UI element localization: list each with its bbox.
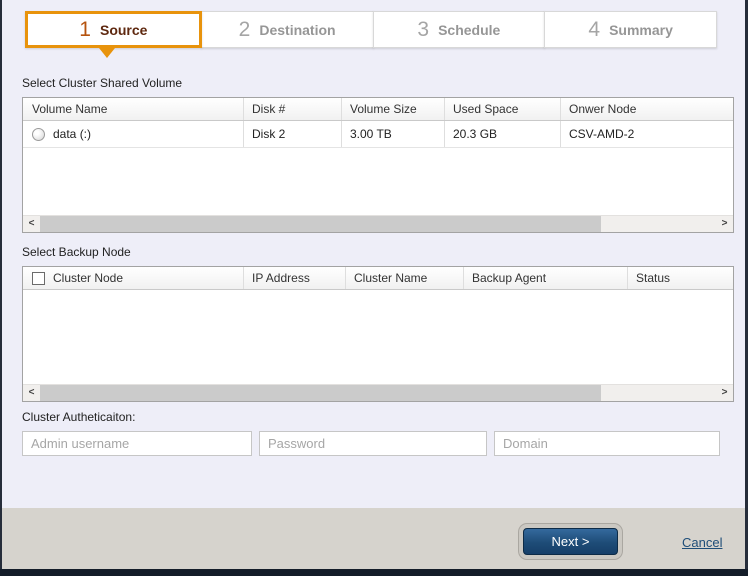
col-volume-name[interactable]: Volume Name bbox=[23, 98, 244, 120]
active-tab-pointer-icon bbox=[99, 48, 115, 58]
col-backup-agent[interactable]: Backup Agent bbox=[464, 267, 628, 289]
tab-source-label: Source bbox=[100, 22, 147, 38]
col-cluster-name[interactable]: Cluster Name bbox=[346, 267, 464, 289]
select-all-checkbox[interactable] bbox=[32, 272, 45, 285]
password-field[interactable] bbox=[259, 431, 487, 456]
tab-source-number: 1 bbox=[79, 18, 91, 42]
window-border-left bbox=[0, 0, 2, 576]
backup-section-title: Select Backup Node bbox=[22, 245, 131, 259]
tab-destination[interactable]: 2 Destination bbox=[201, 11, 374, 48]
domain-field[interactable] bbox=[494, 431, 720, 456]
tab-summary-label: Summary bbox=[609, 22, 673, 38]
volume-table-row[interactable]: data (:) Disk 2 3.00 TB 20.3 GB CSV-AMD-… bbox=[23, 121, 733, 148]
scroll-left-arrow-icon[interactable]: < bbox=[23, 216, 40, 232]
tab-summary[interactable]: 4 Summary bbox=[544, 11, 717, 48]
tab-schedule[interactable]: 3 Schedule bbox=[373, 11, 546, 48]
col-used-space[interactable]: Used Space bbox=[445, 98, 561, 120]
scroll-right-arrow-icon[interactable]: > bbox=[716, 216, 733, 232]
scroll-left-arrow-icon[interactable]: < bbox=[23, 385, 40, 401]
next-button[interactable]: Next > bbox=[523, 528, 618, 555]
volume-table-header: Volume Name Disk # Volume Size Used Spac… bbox=[23, 98, 733, 121]
auth-section-title: Cluster Autheticaiton: bbox=[22, 410, 135, 424]
tab-schedule-label: Schedule bbox=[438, 22, 500, 38]
cancel-link[interactable]: Cancel bbox=[682, 535, 722, 550]
backup-hscroll-thumb[interactable] bbox=[40, 385, 601, 401]
col-owner-node[interactable]: Onwer Node bbox=[561, 98, 733, 120]
backup-node-table: Cluster Node IP Address Cluster Name Bac… bbox=[22, 266, 734, 402]
owner-node-cell: CSV-AMD-2 bbox=[561, 121, 733, 147]
volume-table-hscrollbar[interactable]: < > bbox=[23, 215, 733, 232]
disk-cell: Disk 2 bbox=[244, 121, 342, 147]
volume-radio[interactable] bbox=[32, 128, 45, 141]
wizard-steps: 1 Source 2 Destination 3 Schedule 4 Summ… bbox=[25, 11, 717, 48]
footer-bar: Next > Cancel bbox=[0, 508, 748, 570]
col-ip-address[interactable]: IP Address bbox=[244, 267, 346, 289]
tab-schedule-number: 3 bbox=[417, 18, 429, 42]
backup-table-hscrollbar[interactable]: < > bbox=[23, 384, 733, 401]
tab-summary-number: 4 bbox=[588, 18, 600, 42]
tab-destination-label: Destination bbox=[259, 22, 335, 38]
backup-table-header: Cluster Node IP Address Cluster Name Bac… bbox=[23, 267, 733, 290]
tab-destination-number: 2 bbox=[239, 18, 251, 42]
col-volume-size[interactable]: Volume Size bbox=[342, 98, 445, 120]
col-cluster-node-wrap: Cluster Node bbox=[23, 267, 244, 289]
volume-hscroll-thumb[interactable] bbox=[40, 216, 601, 232]
scroll-right-arrow-icon[interactable]: > bbox=[716, 385, 733, 401]
window-border-bottom bbox=[0, 569, 748, 576]
col-status[interactable]: Status bbox=[628, 267, 733, 289]
volume-section-title: Select Cluster Shared Volume bbox=[22, 76, 182, 90]
col-cluster-node[interactable]: Cluster Node bbox=[53, 271, 123, 285]
admin-username-field[interactable] bbox=[22, 431, 252, 456]
volume-size-cell: 3.00 TB bbox=[342, 121, 445, 147]
volume-name-cell-wrap: data (:) bbox=[23, 121, 244, 147]
used-space-cell: 20.3 GB bbox=[445, 121, 561, 147]
tab-source[interactable]: 1 Source bbox=[25, 11, 202, 48]
col-disk-number[interactable]: Disk # bbox=[244, 98, 342, 120]
volume-table: Volume Name Disk # Volume Size Used Spac… bbox=[22, 97, 734, 233]
volume-name-cell: data (:) bbox=[53, 127, 91, 141]
